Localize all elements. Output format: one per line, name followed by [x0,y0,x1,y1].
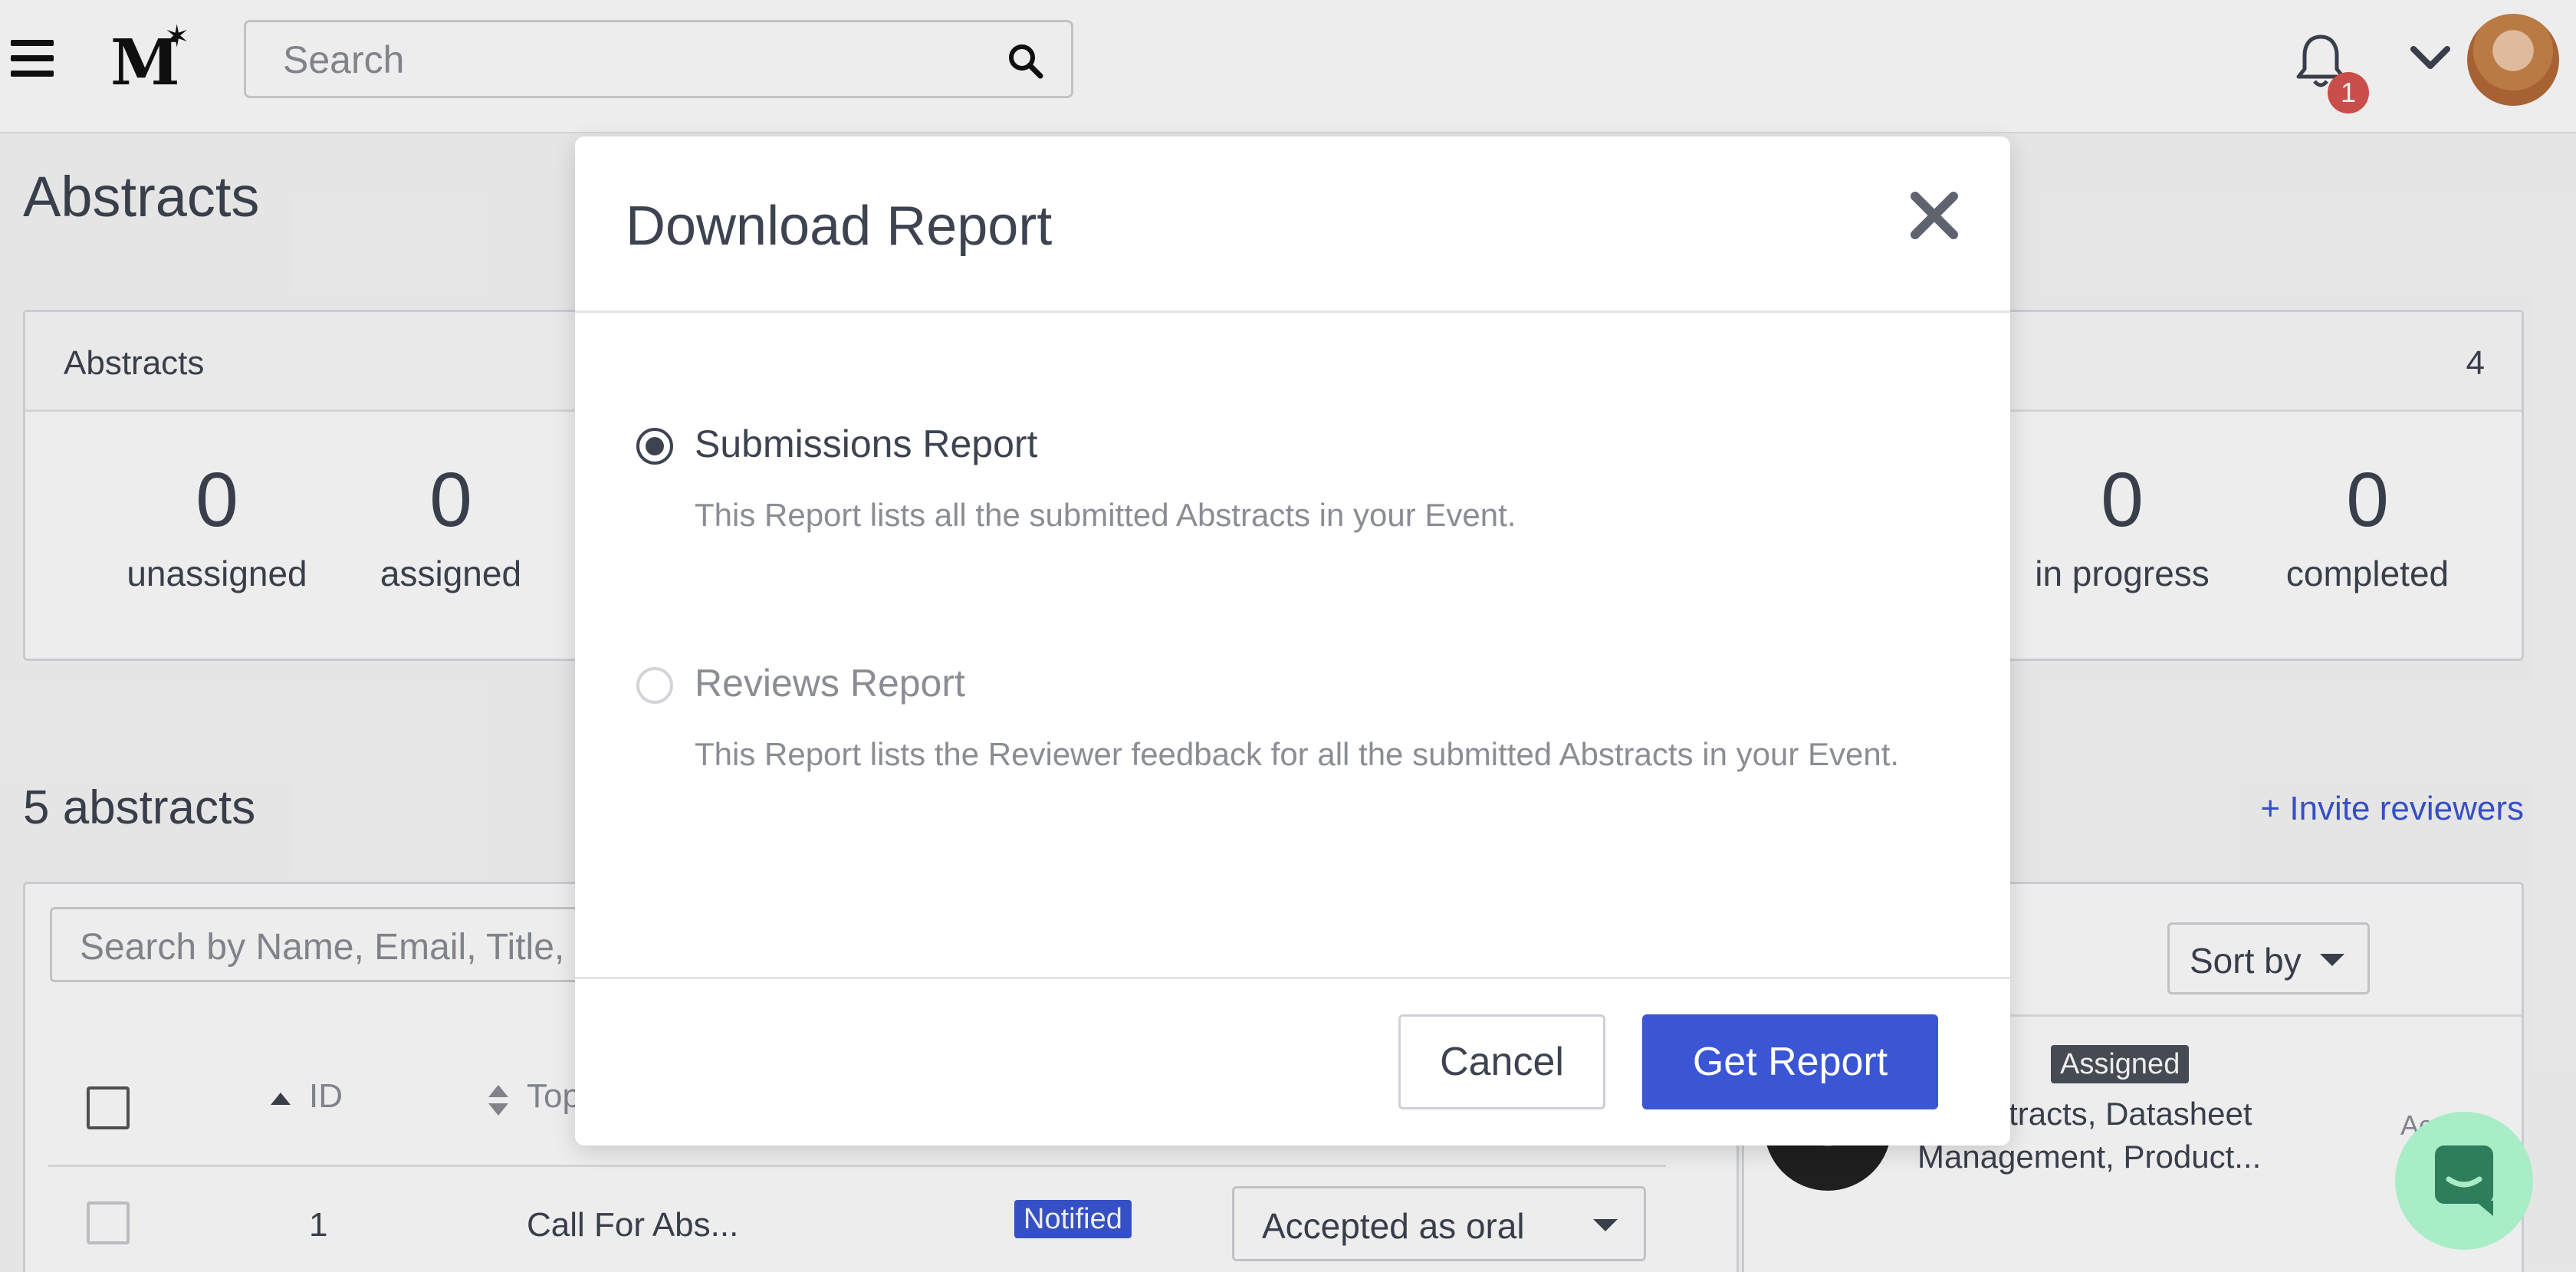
close-icon[interactable] [1907,189,1961,242]
get-report-button[interactable]: Get Report [1642,1014,1938,1109]
modal-title: Download Report [626,196,1053,257]
modal-header: Download Report [575,136,2010,313]
cancel-button[interactable]: Cancel [1398,1014,1605,1109]
chat-icon [2435,1145,2493,1216]
modal-footer: Cancel Get Report [575,977,2010,1145]
chat-launcher[interactable] [2395,1112,2533,1250]
reviews-report-title[interactable]: Reviews Report [695,661,965,705]
submissions-report-description: This Report lists all the submitted Abst… [695,497,1516,533]
reviews-report-description: This Report lists the Reviewer feedback … [695,736,1900,772]
download-report-modal: Download Report Submissions Report This … [575,136,2010,1145]
reviews-report-radio[interactable] [636,667,673,704]
submissions-report-title[interactable]: Submissions Report [695,422,1037,466]
submissions-report-radio[interactable] [636,428,673,465]
app-root: M ✶ 1 Abstracts Abstracts 4 0 unass [0,0,2576,1272]
